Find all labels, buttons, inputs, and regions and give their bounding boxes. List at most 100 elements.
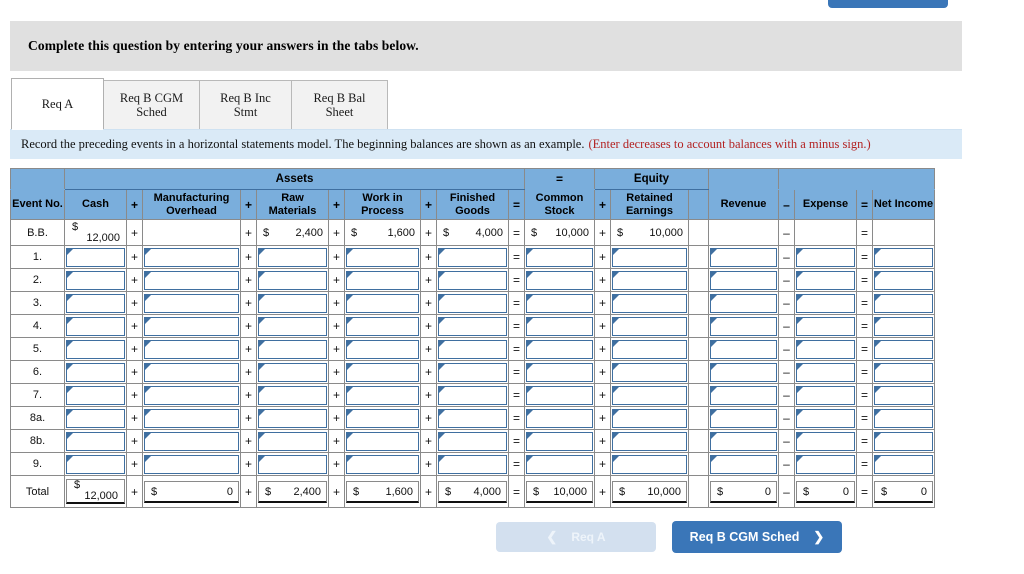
input-box[interactable] [874, 339, 933, 359]
input-box[interactable] [612, 293, 687, 313]
cell-manufacturing-overhead[interactable] [142, 245, 241, 269]
input-box[interactable] [612, 339, 687, 359]
nav-prev-button[interactable]: ❮ Req A [496, 522, 656, 552]
cell-expense[interactable] [794, 429, 857, 453]
input-box[interactable] [66, 270, 125, 290]
input-box[interactable] [346, 316, 419, 336]
cell-manufacturing-overhead[interactable] [142, 291, 241, 315]
cell-retained-earnings[interactable] [610, 268, 689, 292]
input-box[interactable] [144, 247, 239, 267]
cell-retained-earnings[interactable] [610, 383, 689, 407]
cell-work-in-process[interactable] [344, 429, 421, 453]
cell-revenue[interactable] [708, 383, 779, 407]
cell-common-stock[interactable] [524, 268, 595, 292]
input-box[interactable] [526, 339, 593, 359]
cell-cash[interactable] [64, 245, 127, 269]
input-box[interactable] [796, 339, 855, 359]
cell-expense[interactable] [794, 406, 857, 430]
cell-expense[interactable] [794, 383, 857, 407]
input-box[interactable] [258, 247, 327, 267]
cell-work-in-process[interactable] [344, 337, 421, 361]
cell-manufacturing-overhead[interactable] [142, 406, 241, 430]
cell-expense[interactable] [794, 314, 857, 338]
cell-finished-goods[interactable] [436, 360, 509, 384]
input-box[interactable] [796, 385, 855, 405]
cell-work-in-process[interactable] [344, 268, 421, 292]
input-box[interactable] [526, 316, 593, 336]
input-box[interactable] [796, 454, 855, 474]
input-box[interactable] [526, 431, 593, 451]
input-box[interactable] [438, 431, 507, 451]
input-box[interactable] [258, 293, 327, 313]
cell-finished-goods[interactable] [436, 314, 509, 338]
input-box[interactable] [874, 408, 933, 428]
input-box[interactable] [526, 362, 593, 382]
cell-retained-earnings[interactable] [610, 406, 689, 430]
input-box[interactable] [66, 385, 125, 405]
cell-cash[interactable] [64, 268, 127, 292]
cell-retained-earnings[interactable] [610, 337, 689, 361]
input-box[interactable] [710, 408, 777, 428]
top-cutoff-button[interactable] [828, 0, 948, 8]
cell-raw-materials[interactable] [256, 268, 329, 292]
input-box[interactable] [144, 316, 239, 336]
input-box[interactable] [66, 339, 125, 359]
cell-common-stock[interactable] [524, 406, 595, 430]
cell-finished-goods[interactable] [436, 406, 509, 430]
input-box[interactable] [526, 270, 593, 290]
cell-raw-materials[interactable] [256, 360, 329, 384]
cell-retained-earnings[interactable] [610, 314, 689, 338]
tab-req-b-cgm-sched[interactable]: Req B CGM Sched [103, 80, 200, 129]
input-box[interactable] [144, 293, 239, 313]
input-box[interactable] [144, 408, 239, 428]
input-box[interactable] [612, 362, 687, 382]
cell-finished-goods[interactable] [436, 291, 509, 315]
cell-common-stock[interactable] [524, 360, 595, 384]
input-box[interactable] [346, 270, 419, 290]
tab-req-a[interactable]: Req A [11, 78, 104, 130]
input-box[interactable] [710, 270, 777, 290]
input-box[interactable] [144, 270, 239, 290]
input-box[interactable] [346, 454, 419, 474]
input-box[interactable] [796, 270, 855, 290]
cell-cash[interactable] [64, 429, 127, 453]
cell-revenue[interactable] [708, 291, 779, 315]
input-box[interactable] [66, 408, 125, 428]
input-box[interactable] [710, 385, 777, 405]
input-box[interactable] [612, 316, 687, 336]
cell-retained-earnings[interactable] [610, 429, 689, 453]
cell-raw-materials[interactable] [256, 383, 329, 407]
cell-work-in-process[interactable] [344, 406, 421, 430]
cell-work-in-process[interactable] [344, 291, 421, 315]
input-box[interactable] [258, 454, 327, 474]
input-box[interactable] [710, 454, 777, 474]
cell-net-income[interactable] [872, 429, 935, 453]
input-box[interactable] [66, 431, 125, 451]
cell-revenue[interactable] [708, 452, 779, 476]
input-box[interactable] [710, 362, 777, 382]
cell-revenue[interactable] [708, 429, 779, 453]
cell-cash[interactable] [64, 383, 127, 407]
input-box[interactable] [438, 293, 507, 313]
input-box[interactable] [66, 362, 125, 382]
input-box[interactable] [874, 293, 933, 313]
cell-cash[interactable] [64, 337, 127, 361]
cell-net-income[interactable] [872, 245, 935, 269]
input-box[interactable] [346, 362, 419, 382]
input-box[interactable] [874, 270, 933, 290]
input-box[interactable] [66, 454, 125, 474]
input-box[interactable] [144, 362, 239, 382]
input-box[interactable] [874, 431, 933, 451]
input-box[interactable] [258, 316, 327, 336]
input-box[interactable] [258, 431, 327, 451]
cell-raw-materials[interactable] [256, 429, 329, 453]
cell-common-stock[interactable] [524, 291, 595, 315]
input-box[interactable] [612, 454, 687, 474]
cell-revenue[interactable] [708, 245, 779, 269]
input-box[interactable] [710, 316, 777, 336]
input-box[interactable] [710, 431, 777, 451]
cell-expense[interactable] [794, 245, 857, 269]
input-box[interactable] [874, 362, 933, 382]
cell-revenue[interactable] [708, 314, 779, 338]
cell-retained-earnings[interactable] [610, 291, 689, 315]
